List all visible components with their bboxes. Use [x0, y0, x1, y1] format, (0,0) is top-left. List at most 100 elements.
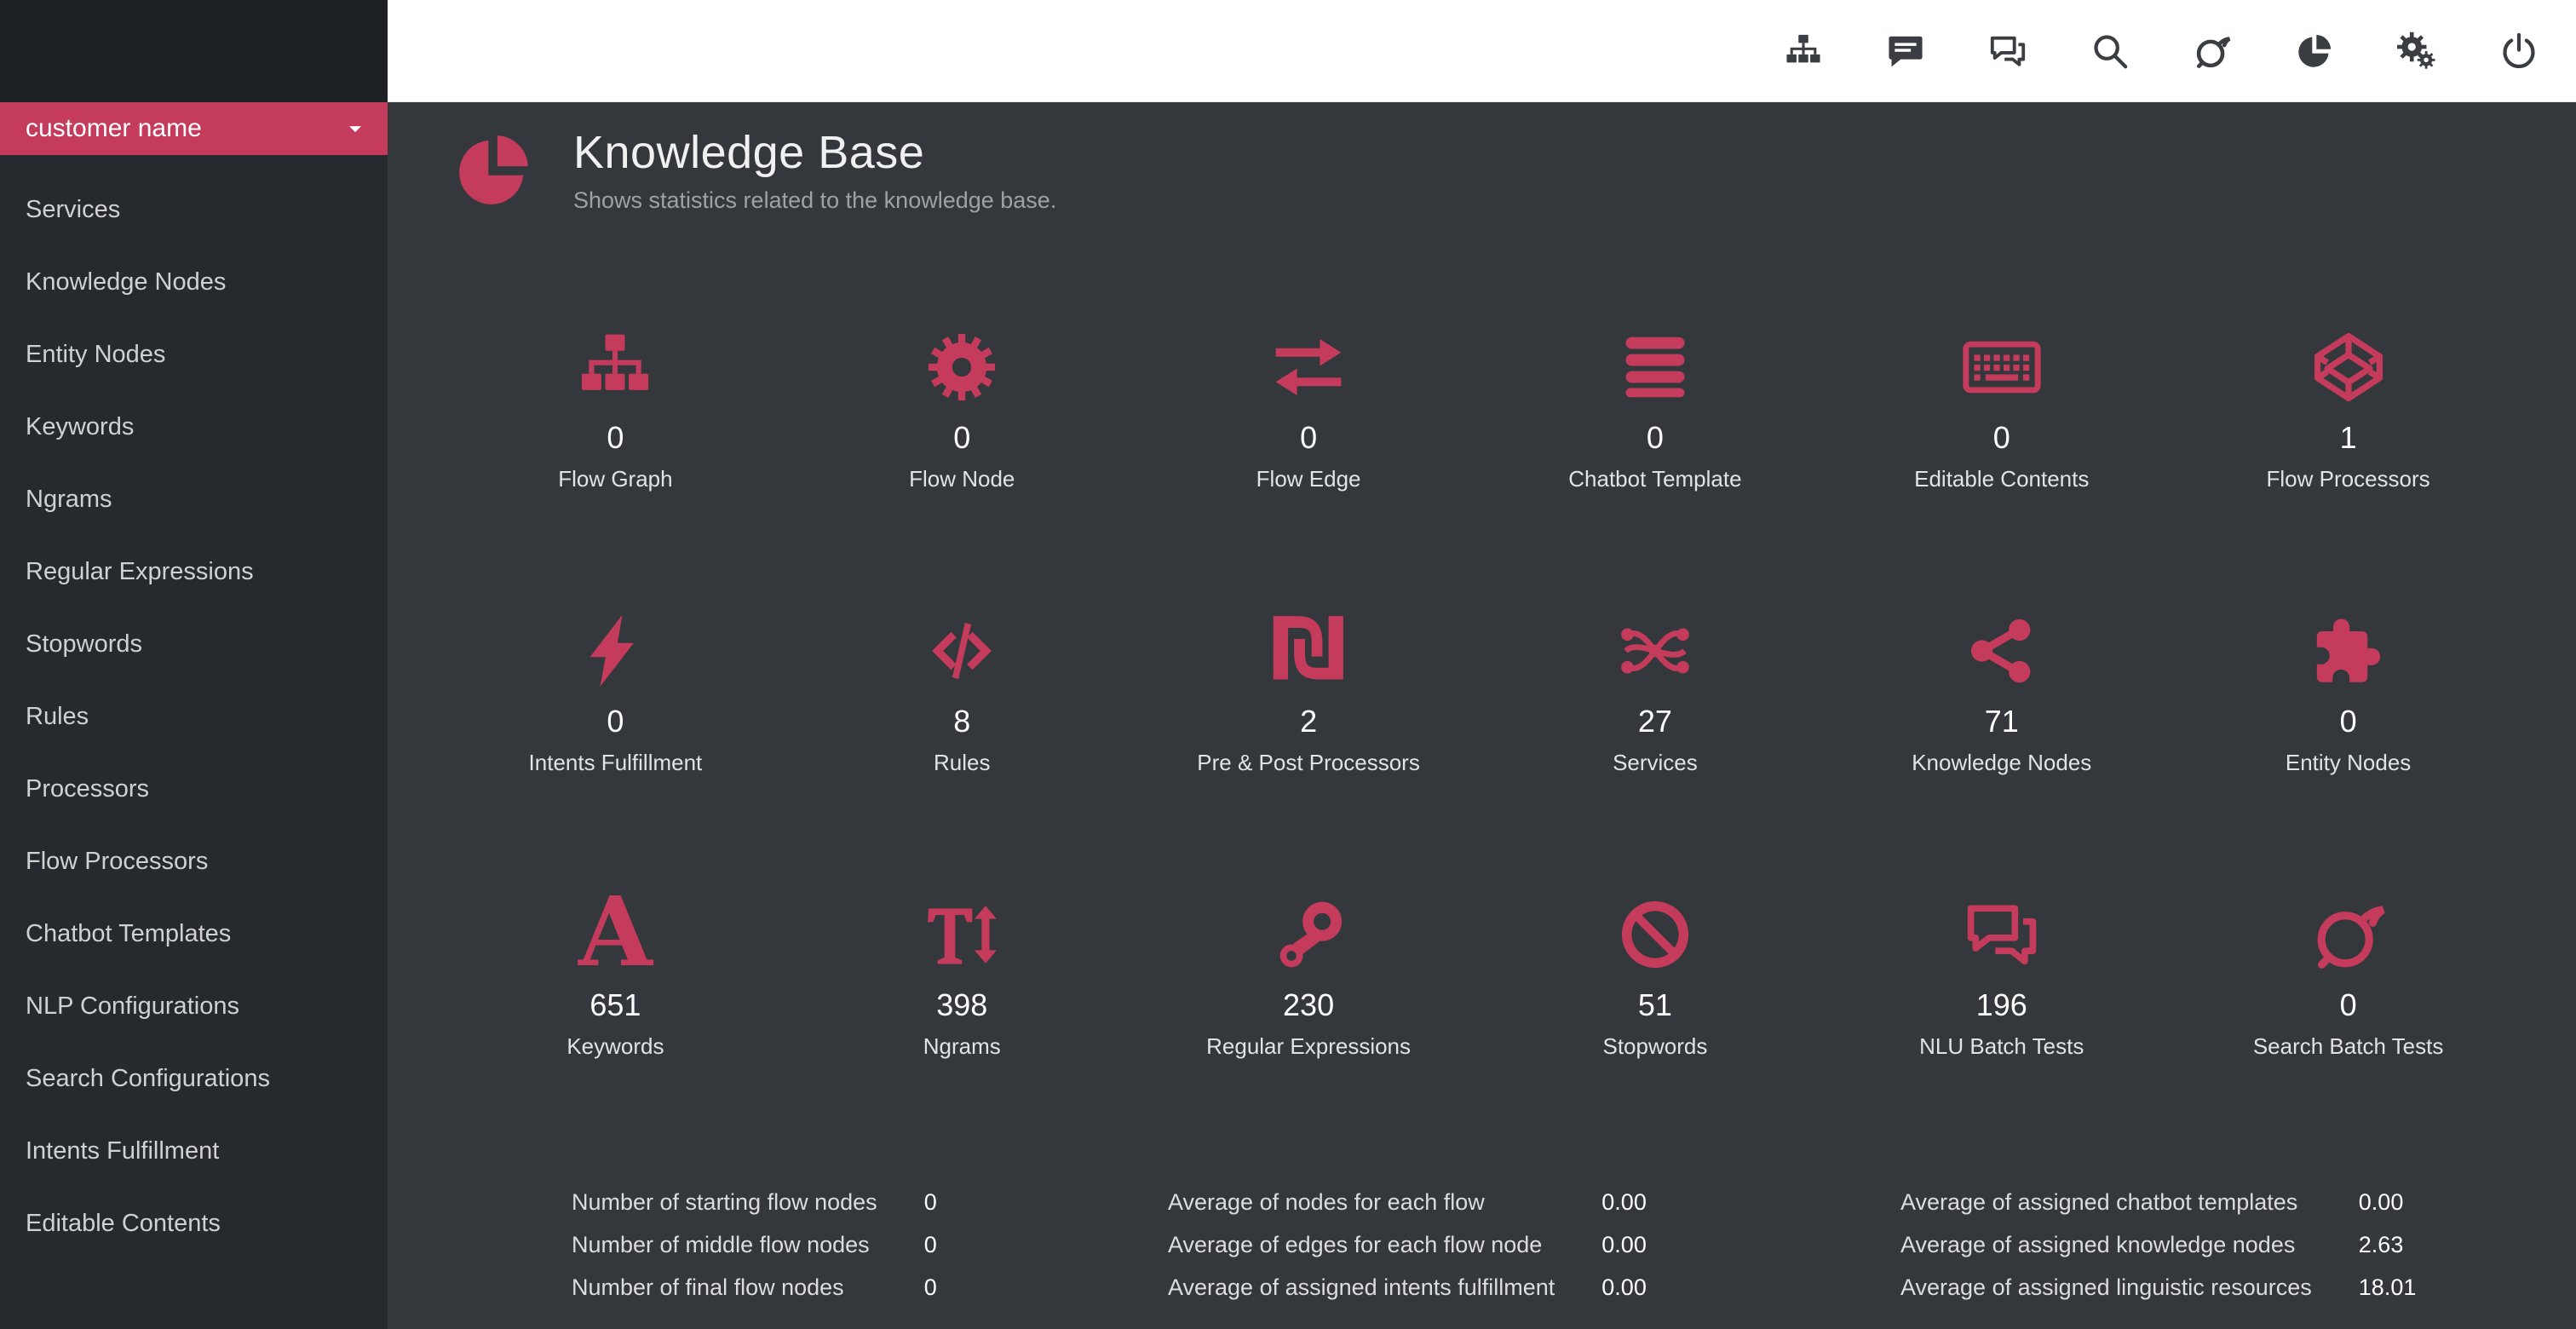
summary-label: Average of assigned linguistic resources	[1900, 1274, 2312, 1300]
knot-icon	[1616, 605, 1694, 690]
stat-card-chatbot-template[interactable]: 0 Chatbot Template	[1482, 321, 1829, 492]
flow-edge-icon	[1269, 321, 1348, 406]
shekel-icon: ₪	[1269, 599, 1348, 699]
sidebar-item-label: NLP Configurations	[26, 992, 239, 1020]
stat-label: Search Batch Tests	[2252, 1033, 2444, 1059]
topbar	[388, 0, 2576, 102]
stat-value: 196	[1975, 987, 2027, 1022]
pie-chart-icon[interactable]	[2295, 32, 2334, 71]
sitemap-icon[interactable]	[1784, 32, 1823, 71]
summary-label: Number of starting flow nodes	[572, 1189, 877, 1215]
comments-icon[interactable]	[1988, 32, 2027, 71]
stat-label: Knowledge Nodes	[1912, 750, 2092, 775]
sidebar-item-knowledge-nodes[interactable]: Knowledge Nodes	[0, 246, 388, 319]
stat-card-entity-nodes[interactable]: 0 Entity Nodes	[2175, 605, 2521, 776]
stat-card-keywords[interactable]: A 651 Keywords	[442, 885, 789, 1060]
sidebar-item-search-configurations[interactable]: Search Configurations	[0, 1043, 388, 1115]
sidebar-item-label: Flow Processors	[26, 848, 209, 875]
stat-card-ngrams[interactable]: 398 Ngrams	[789, 889, 1136, 1060]
stat-card-intents-fulfillment[interactable]: 0 Intents Fulfillment	[442, 605, 789, 776]
sidebar-item-intents-fulfillment[interactable]: Intents Fulfillment	[0, 1115, 388, 1188]
stat-card-services[interactable]: 27 Services	[1482, 605, 1829, 776]
sidebar-item-regular-expressions[interactable]: Regular Expressions	[0, 536, 388, 608]
page-header: Knowledge Base Shows statistics related …	[388, 102, 2576, 214]
stat-label: Regular Expressions	[1206, 1033, 1412, 1059]
sidebar-item-nlp-configurations[interactable]: NLP Configurations	[0, 970, 388, 1043]
sidebar-item-label: Knowledge Nodes	[26, 268, 227, 296]
summary-value: 0.00	[1601, 1274, 1647, 1300]
stat-label: Flow Edge	[1256, 466, 1361, 492]
stat-card-rules[interactable]: 8 Rules	[789, 605, 1136, 776]
stat-label: Chatbot Template	[1568, 466, 1742, 492]
customer-dropdown[interactable]: customer name	[0, 102, 388, 155]
stat-label: Flow Processors	[2266, 466, 2430, 492]
stat-card-regular-expressions[interactable]: 230 Regular Expressions	[1136, 889, 1482, 1060]
sidebar-item-label: Entity Nodes	[26, 341, 166, 368]
stat-value: 0	[2339, 704, 2357, 739]
stat-value: 2	[1300, 704, 1318, 739]
sidebar-item-chatbot-templates[interactable]: Chatbot Templates	[0, 898, 388, 970]
stat-label: Flow Graph	[558, 466, 673, 492]
stat-card-flow-edge[interactable]: 0 Flow Edge	[1136, 321, 1482, 492]
sidebar-item-keywords[interactable]: Keywords	[0, 391, 388, 463]
stat-card-flow-graph[interactable]: 0 Flow Graph	[442, 321, 789, 492]
stat-card-search-batch-tests[interactable]: 0 Search Batch Tests	[2175, 889, 2521, 1060]
stat-value: 0	[1300, 420, 1318, 455]
stat-value: 398	[936, 987, 988, 1022]
summary-value: 2.63	[2358, 1232, 2404, 1257]
flow-node-icon	[923, 321, 1001, 406]
sidebar-item-services[interactable]: Services	[0, 174, 388, 246]
search-icon[interactable]	[2090, 32, 2130, 71]
stat-card-flow-node[interactable]: 0 Flow Node	[789, 321, 1136, 492]
stat-value: 51	[1637, 987, 1672, 1022]
stat-label: Ngrams	[923, 1033, 1001, 1059]
sidebar-menu: Services Knowledge Nodes Entity Nodes Keywo…	[0, 155, 388, 1260]
sidebar-item-stopwords[interactable]: Stopwords	[0, 608, 388, 681]
comment-icon[interactable]	[1886, 32, 1925, 71]
stat-card-pre-post-processors[interactable]: ₪ 2 Pre & Post Processors	[1136, 605, 1482, 776]
stat-label: Pre & Post Processors	[1197, 750, 1420, 775]
swoosh-circle-icon	[2309, 889, 2388, 974]
power-icon[interactable]	[2499, 32, 2539, 71]
puzzle-icon	[2309, 605, 2388, 690]
sidebar-item-ngrams[interactable]: Ngrams	[0, 463, 388, 536]
stat-card-flow-processors[interactable]: 1 Flow Processors	[2175, 321, 2521, 492]
stat-card-editable-contents[interactable]: 0 Editable Contents	[1828, 321, 2175, 492]
share-nodes-icon	[1963, 605, 2041, 690]
summary-value: 0	[923, 1232, 937, 1257]
summary-value: 0.00	[2358, 1189, 2404, 1215]
sidebar-item-flow-processors[interactable]: Flow Processors	[0, 826, 388, 898]
sitemap-icon	[576, 321, 654, 406]
stat-card-knowledge-nodes[interactable]: 71 Knowledge Nodes	[1828, 605, 2175, 776]
pie-chart-icon	[451, 129, 535, 212]
gears-icon[interactable]	[2397, 32, 2436, 71]
text-height-icon	[923, 889, 1001, 974]
sidebar-item-label: Rules	[26, 703, 89, 730]
summary-value: 18.01	[2358, 1274, 2417, 1300]
stat-card-nlu-batch-tests[interactable]: 196 NLU Batch Tests	[1828, 889, 2175, 1060]
stat-value: 8	[953, 704, 971, 739]
swoosh-circle-icon[interactable]	[2193, 32, 2232, 71]
main-content: Knowledge Base Shows statistics related …	[388, 102, 2576, 1329]
sidebar-item-label: Regular Expressions	[26, 558, 254, 585]
stat-label: Flow Node	[909, 466, 1015, 492]
stat-value: 0	[607, 420, 624, 455]
stat-value: 0	[1646, 420, 1664, 455]
sidebar-item-rules[interactable]: Rules	[0, 681, 388, 753]
stat-label: NLU Batch Tests	[1919, 1033, 2084, 1059]
summary-value: 0.00	[1601, 1232, 1647, 1257]
stat-card-stopwords[interactable]: 51 Stopwords	[1482, 889, 1829, 1060]
lightning-icon	[576, 605, 654, 690]
summary-label: Average of assigned intents fulfillment	[1168, 1274, 1555, 1300]
summary-column-3: Average of assigned chatbot templates 0.0…	[1900, 1181, 2525, 1309]
sidebar-item-editable-contents[interactable]: Editable Contents	[0, 1188, 388, 1260]
sidebar-item-label: Keywords	[26, 413, 135, 440]
customer-name-label: customer name	[26, 114, 202, 142]
sidebar-item-label: Intents Fulfillment	[26, 1137, 220, 1165]
summary-value: 0	[923, 1189, 937, 1215]
sidebar-item-processors[interactable]: Processors	[0, 753, 388, 826]
stat-label: Intents Fulfillment	[528, 750, 703, 775]
summary-column-2: Average of nodes for each flow 0.00 Averag…	[1168, 1181, 1900, 1309]
summary-label: Average of edges for each flow node	[1168, 1232, 1543, 1257]
sidebar-item-entity-nodes[interactable]: Entity Nodes	[0, 319, 388, 391]
